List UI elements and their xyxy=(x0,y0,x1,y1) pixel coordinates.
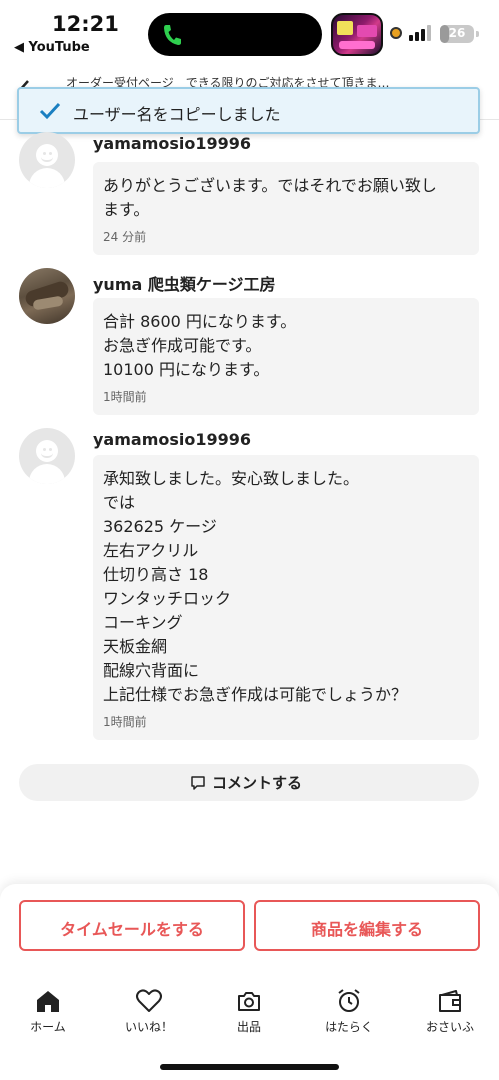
avatar[interactable] xyxy=(19,132,75,188)
avatar[interactable] xyxy=(19,428,75,484)
comment-text: 天板金網 xyxy=(103,637,168,656)
home-icon xyxy=(37,991,59,1012)
comment-text: 10100 円になります。 xyxy=(103,360,270,379)
comment-text: 承知致しました。安心致しました。 xyxy=(103,469,360,488)
comment-time: 1時間前 xyxy=(103,715,147,729)
toast-message: ユーザー名をコピーしました xyxy=(73,105,281,124)
comment-text: お急ぎ作成可能です。 xyxy=(103,336,262,355)
edit-item-label: 商品を編集する xyxy=(310,920,423,939)
comment-text: 上記仕様でお急ぎ作成は可能でしょうか？ xyxy=(103,685,408,704)
speech-bubble-icon xyxy=(191,776,205,790)
comment-username[interactable]: yamamosio19996 xyxy=(93,430,251,449)
camera-icon xyxy=(238,992,260,1011)
tab-work-label: はたらく xyxy=(325,1020,373,1034)
time-sale-label: タイムセールをする xyxy=(60,920,204,939)
avatar[interactable] xyxy=(19,268,75,324)
comment-text: ワンタッチロック xyxy=(103,589,232,608)
comment-text: 仕切り高さ 18 xyxy=(103,565,209,584)
comment-bubble: ありがとうございます。ではそれでお願い致し ます。 24 分前 xyxy=(93,162,479,255)
comment-text: 合計 8600 円になります。 xyxy=(103,312,297,331)
comment-bubble: 合計 8600 円になります。 お急ぎ作成可能です。 10100 円になります。… xyxy=(93,298,479,415)
bottom-panel: タイムセールをする 商品を編集する ホーム いいね！ 出品 はたらく おさいふ xyxy=(0,884,499,1080)
tab-likes[interactable]: いいね！ xyxy=(99,984,199,1044)
comment-text: 362625 ケージ xyxy=(103,517,217,536)
comment-text: では xyxy=(103,493,136,512)
comment-username[interactable]: yamamosio19996 xyxy=(93,134,251,153)
tab-likes-label: いいね！ xyxy=(124,1020,173,1034)
comment-text: 左右アクリル xyxy=(103,541,199,560)
comment-text: 配線穴背面に xyxy=(103,661,200,680)
status-bar: 12:21 ◀ YouTube 26 xyxy=(0,0,499,64)
time-sale-button[interactable]: タイムセールをする xyxy=(19,900,245,951)
tab-home[interactable]: ホーム xyxy=(0,984,98,1044)
tab-home-label: ホーム xyxy=(30,1020,66,1034)
add-comment-label: コメントする xyxy=(212,774,303,792)
comment-text: コーキング xyxy=(103,613,183,632)
wallet-icon xyxy=(439,990,461,1012)
heart-icon xyxy=(136,989,162,1012)
checkmark-icon xyxy=(39,102,61,120)
comment-time: 1時間前 xyxy=(103,390,147,404)
now-playing-thumbnail[interactable] xyxy=(331,13,383,56)
recording-indicator-icon xyxy=(390,27,402,39)
comment-bubble: 承知致しました。安心致しました。 では 362625 ケージ 左右アクリル 仕切… xyxy=(93,455,479,740)
tab-wallet-label: おさいふ xyxy=(425,1020,474,1034)
copy-toast: ユーザー名をコピーしました xyxy=(17,87,480,134)
tab-sell-label: 出品 xyxy=(236,1020,261,1034)
tab-wallet[interactable]: おさいふ xyxy=(400,984,499,1044)
home-indicator[interactable] xyxy=(160,1064,339,1070)
add-comment-button[interactable]: コメントする xyxy=(19,764,479,801)
cellular-signal-icon xyxy=(409,25,431,41)
alarm-clock-icon xyxy=(338,989,360,1012)
battery-icon: 26 xyxy=(440,25,474,43)
dynamic-island[interactable] xyxy=(148,13,322,56)
battery-percent: 26 xyxy=(448,26,466,40)
comment-time: 24 分前 xyxy=(103,230,147,244)
back-to-youtube-link[interactable]: ◀ YouTube xyxy=(14,40,90,55)
tab-sell[interactable]: 出品 xyxy=(199,984,299,1044)
tab-work[interactable]: はたらく xyxy=(299,984,399,1044)
phone-call-icon xyxy=(164,25,181,45)
tab-bar: ホーム いいね！ 出品 はたらく おさいふ xyxy=(0,984,499,1044)
edit-item-button[interactable]: 商品を編集する xyxy=(254,900,480,951)
comment-text: ありがとうございます。ではそれでお願い致し xyxy=(103,176,437,195)
comment-text: ます。 xyxy=(103,200,150,219)
status-time: 12:21 xyxy=(52,12,119,36)
comment-username[interactable]: yuma 爬虫類ケージ工房 xyxy=(93,271,276,295)
